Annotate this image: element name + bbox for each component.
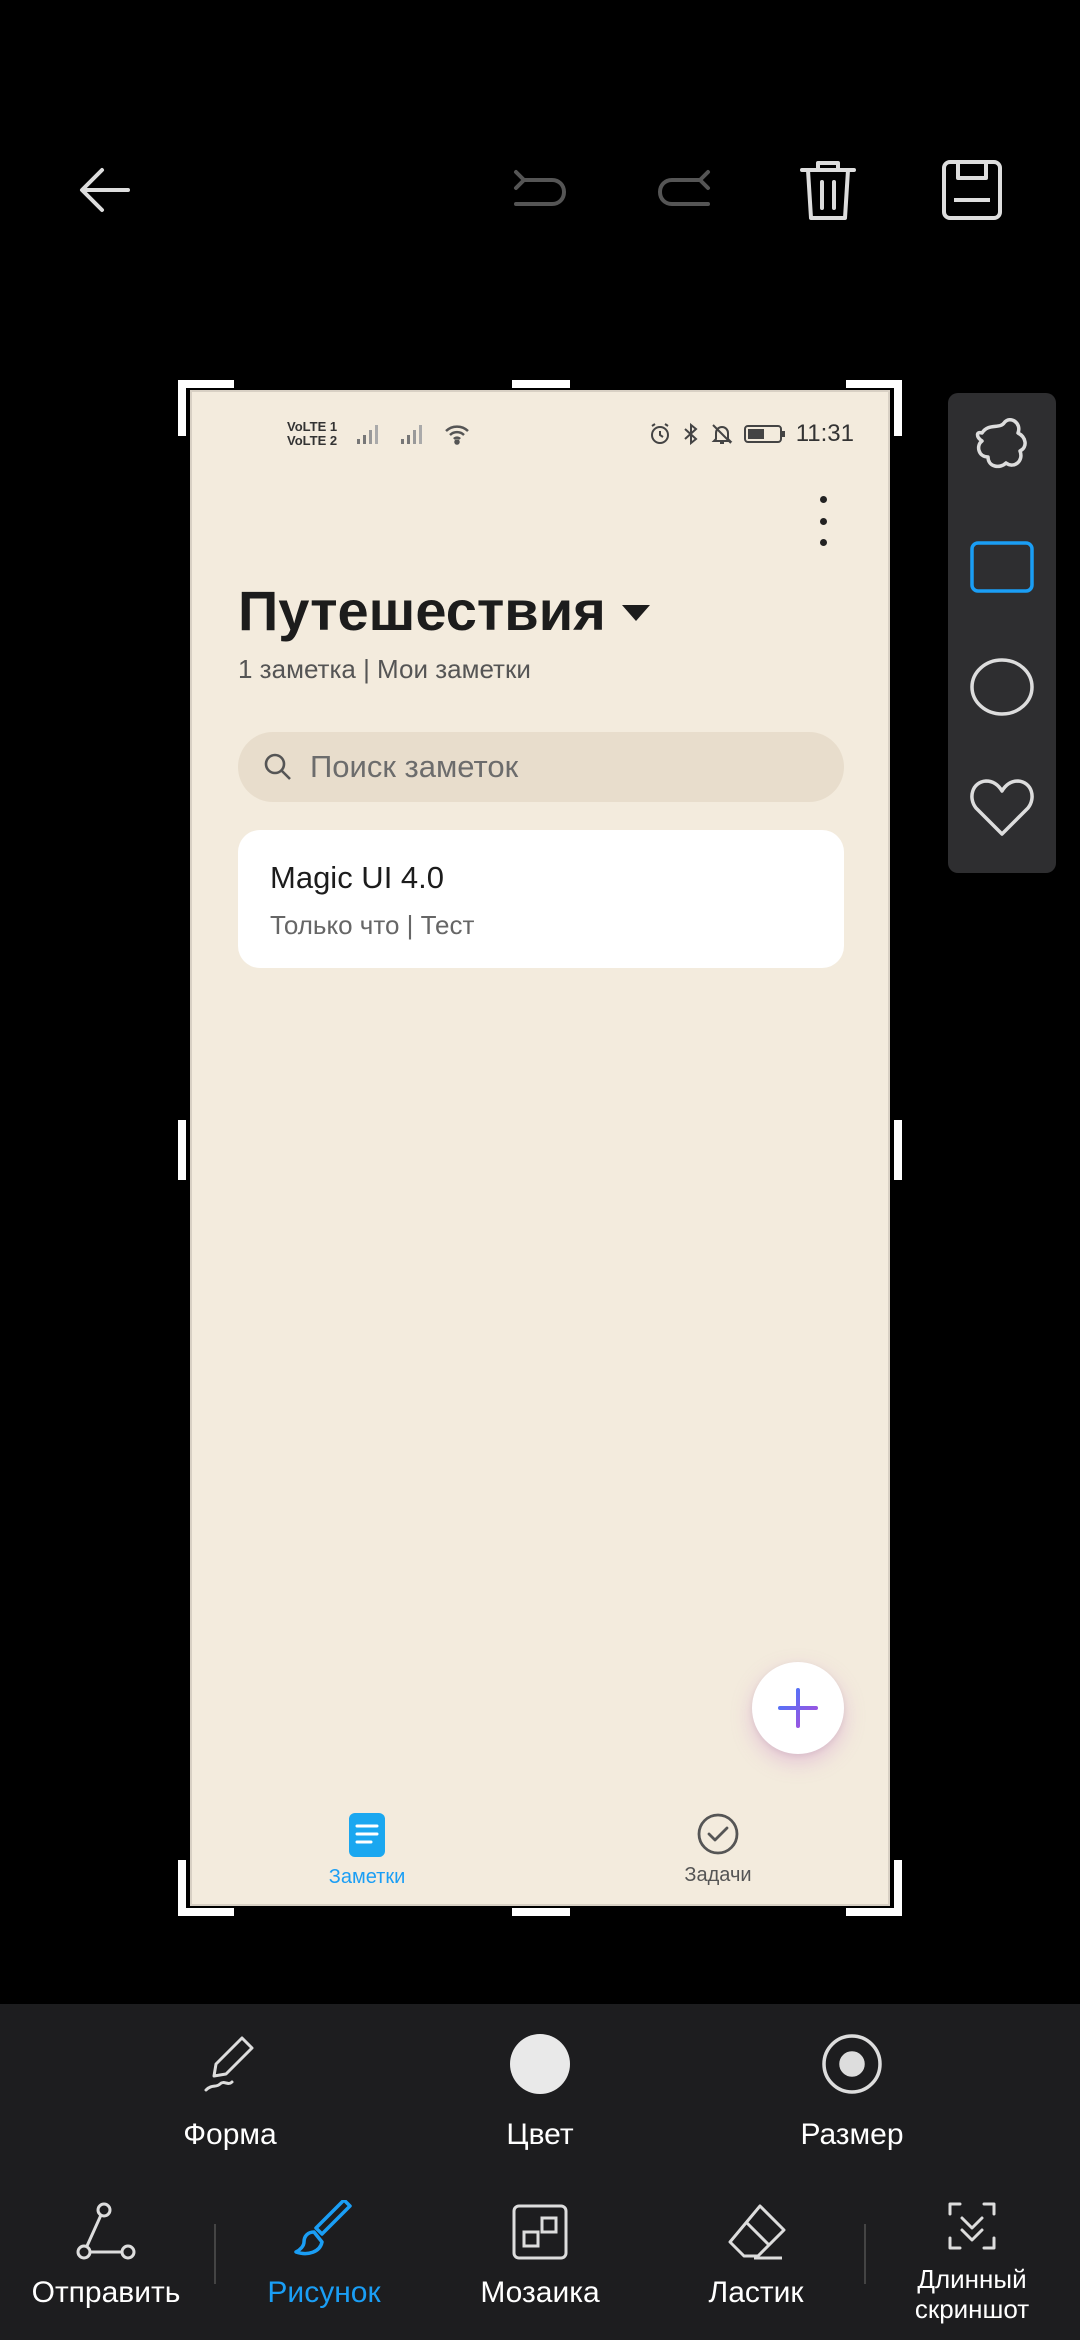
redo-icon[interactable]: [644, 150, 724, 230]
crop-edge-bottom[interactable]: [512, 1908, 570, 1916]
crop-corner-top-right-v[interactable]: [894, 380, 902, 436]
status-time: 11:31: [795, 420, 854, 447]
shape-palette: [948, 393, 1056, 873]
plus-icon: [778, 1688, 818, 1728]
tools-panel: Отправить Рисунок Мозаика Ластик Длинный…: [0, 2190, 1080, 2340]
mosaic-icon: [512, 2204, 568, 2260]
search-icon: [264, 753, 291, 780]
options-panel: Форма Цвет Размер: [0, 2004, 1080, 2190]
wifi-icon: [445, 425, 469, 445]
nav-tasks-tab[interactable]: Задачи: [618, 1812, 818, 1887]
note-card[interactable]: Magic UI 4.0 Только что | Тест: [238, 830, 844, 968]
app-bottom-nav: Заметки Задачи: [192, 1812, 888, 1904]
search-input[interactable]: [310, 749, 810, 785]
rectangle-icon: [970, 541, 1034, 593]
crop-corner-top-left[interactable]: [178, 380, 234, 388]
undo-icon[interactable]: [500, 150, 580, 230]
nav-notes-tab[interactable]: Заметки: [267, 1812, 467, 1889]
heart-shape-button[interactable]: [962, 767, 1042, 847]
draw-tool[interactable]: Рисунок: [244, 2200, 404, 2310]
crop-corner-bottom-left[interactable]: [178, 1908, 234, 1916]
crop-edge-left[interactable]: [178, 1120, 186, 1180]
pen-shape-icon: [204, 2036, 254, 2092]
heart-icon: [970, 779, 1034, 836]
crop-corner-top-left-v[interactable]: [178, 380, 186, 436]
tasks-check-icon: [697, 1813, 739, 1855]
editor-top-bar: [0, 0, 1080, 380]
crop-corner-bottom-right-v[interactable]: [894, 1860, 902, 1916]
note-title: Magic UI 4.0: [270, 860, 445, 895]
notes-icon: [349, 1813, 385, 1857]
folder-title[interactable]: Путешествия: [238, 578, 650, 643]
crop-edge-right[interactable]: [894, 1120, 902, 1180]
eraser-tool[interactable]: Ластик: [676, 2200, 836, 2310]
freeform-shape-icon: [975, 418, 1027, 469]
crop-edge-top[interactable]: [512, 380, 570, 388]
volte-indicator: VoLTE 1 VoLTE 2: [287, 419, 338, 448]
freeform-shape-button[interactable]: [962, 407, 1042, 487]
brush-icon: [294, 2200, 352, 2256]
rectangle-shape-button[interactable]: [962, 527, 1042, 607]
bluetooth-icon: [684, 422, 698, 446]
add-note-button[interactable]: [752, 1662, 844, 1754]
tools-divider: [214, 2224, 216, 2284]
signal-icon-2: [401, 425, 423, 444]
back-arrow-icon[interactable]: [66, 150, 146, 230]
note-meta: Только что | Тест: [270, 910, 475, 940]
crop-corner-bottom-left-v[interactable]: [178, 1860, 186, 1916]
dropdown-caret-icon: [621, 604, 650, 621]
more-options-icon[interactable]: [808, 496, 838, 546]
size-option[interactable]: Размер: [792, 2032, 912, 2152]
scroll-capture-icon: [948, 2202, 996, 2250]
circle-icon: [970, 658, 1034, 716]
color-dot-icon: [510, 2034, 570, 2094]
folder-subtitle: 1 заметка | Мои заметки: [238, 654, 531, 684]
signal-icon: [357, 425, 379, 444]
save-icon[interactable]: [932, 150, 1012, 230]
long-screenshot-tool[interactable]: Длинный скриншот: [892, 2194, 1052, 2324]
shape-option[interactable]: Форма: [170, 2032, 290, 2152]
battery-icon: [743, 425, 785, 443]
trash-icon[interactable]: [788, 150, 868, 230]
circle-shape-button[interactable]: [962, 647, 1042, 727]
mosaic-tool[interactable]: Мозаика: [460, 2200, 620, 2310]
alarm-icon: [650, 423, 669, 444]
eraser-icon: [728, 2204, 786, 2260]
send-tool[interactable]: Отправить: [26, 2200, 186, 2310]
mute-bell-icon: [711, 424, 733, 444]
captured-screenshot[interactable]: VoLTE 1 VoLTE 2 11:31 Путешествия 1 заме…: [190, 390, 890, 1906]
status-bar: VoLTE 1 VoLTE 2 11:31: [192, 392, 888, 452]
tools-divider-2: [864, 2224, 866, 2284]
size-dot-icon: [822, 2034, 882, 2094]
color-option[interactable]: Цвет: [480, 2032, 600, 2152]
search-bar[interactable]: [238, 732, 844, 802]
share-nodes-icon: [76, 2202, 136, 2260]
